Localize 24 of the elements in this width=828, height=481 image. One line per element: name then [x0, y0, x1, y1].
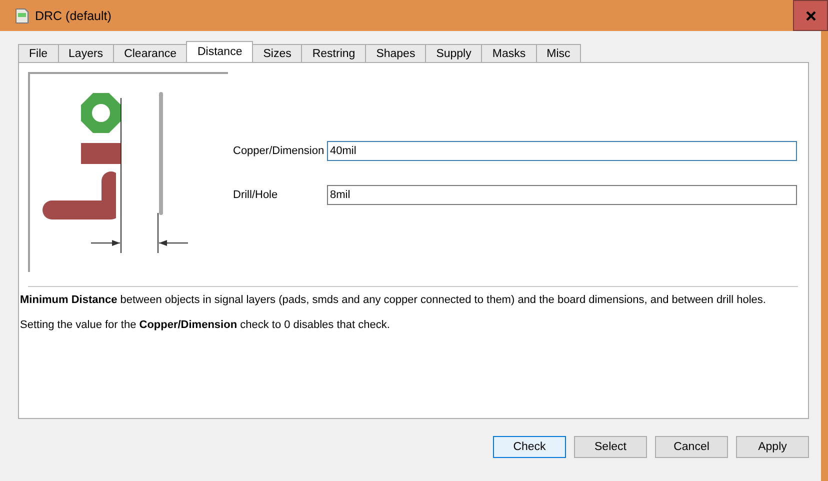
close-icon	[806, 10, 816, 20]
tab[interactable]: File	[18, 44, 59, 62]
tab[interactable]: Distance	[186, 41, 254, 62]
tab[interactable]: Sizes	[252, 44, 302, 62]
description-text: Minimum Distance between objects in signal layers (pads, smds and any copper connected to them) and the board dimensions, and between drill holes.	[20, 293, 767, 307]
description-text: Setting the value for the Copper/Dimension check to 0 disables that check.	[20, 318, 391, 332]
tab[interactable]: Supply	[425, 44, 482, 62]
dialog-button[interactable]: Select	[574, 436, 647, 458]
tab[interactable]: Masks	[481, 44, 537, 62]
tab[interactable]: Layers	[58, 44, 114, 62]
field-label: Copper/Dimension	[233, 145, 326, 157]
tab[interactable]: Clearance	[113, 44, 188, 62]
app-icon	[15, 8, 29, 24]
dialog-button[interactable]: Apply	[736, 436, 809, 458]
window-title: DRC (default)	[35, 8, 112, 22]
tab[interactable]: Misc	[536, 44, 582, 62]
dialog-button[interactable]: Check	[493, 436, 566, 458]
tab[interactable]: Restring	[301, 44, 366, 62]
field-label: Drill/Hole	[233, 189, 279, 201]
tab[interactable]: Shapes	[365, 44, 426, 62]
input-field[interactable]: 40mil	[327, 141, 797, 161]
input-field[interactable]: 8mil	[327, 185, 797, 205]
close-button[interactable]	[793, 0, 828, 31]
dialog-button[interactable]: Cancel	[655, 436, 728, 458]
